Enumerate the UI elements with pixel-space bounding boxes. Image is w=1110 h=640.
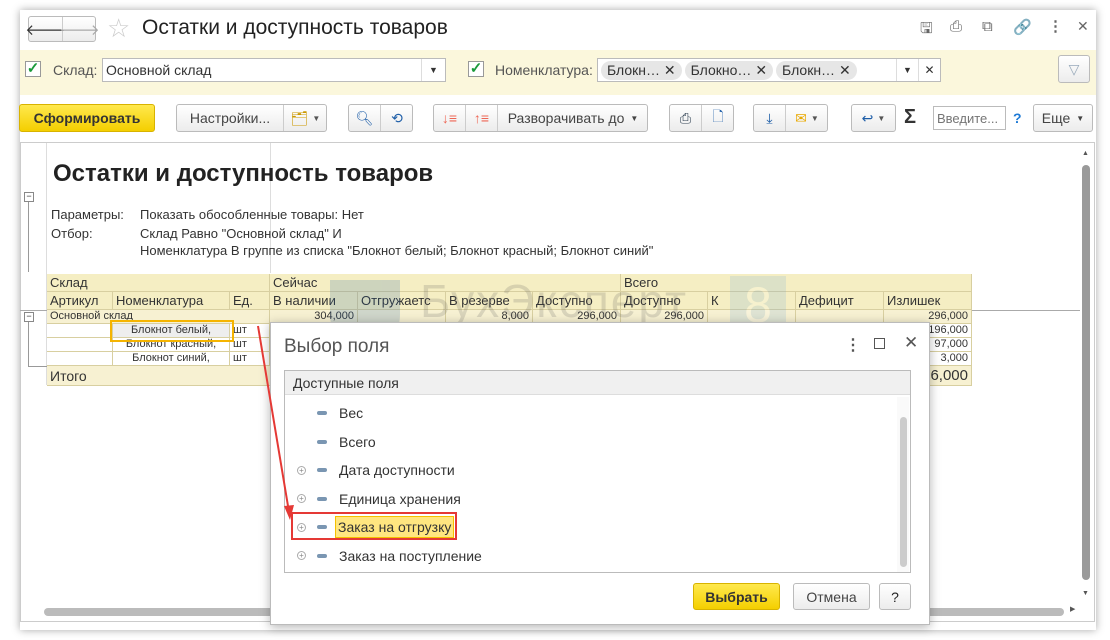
highlight-box [291,512,457,540]
annotation-arrow [257,325,294,520]
